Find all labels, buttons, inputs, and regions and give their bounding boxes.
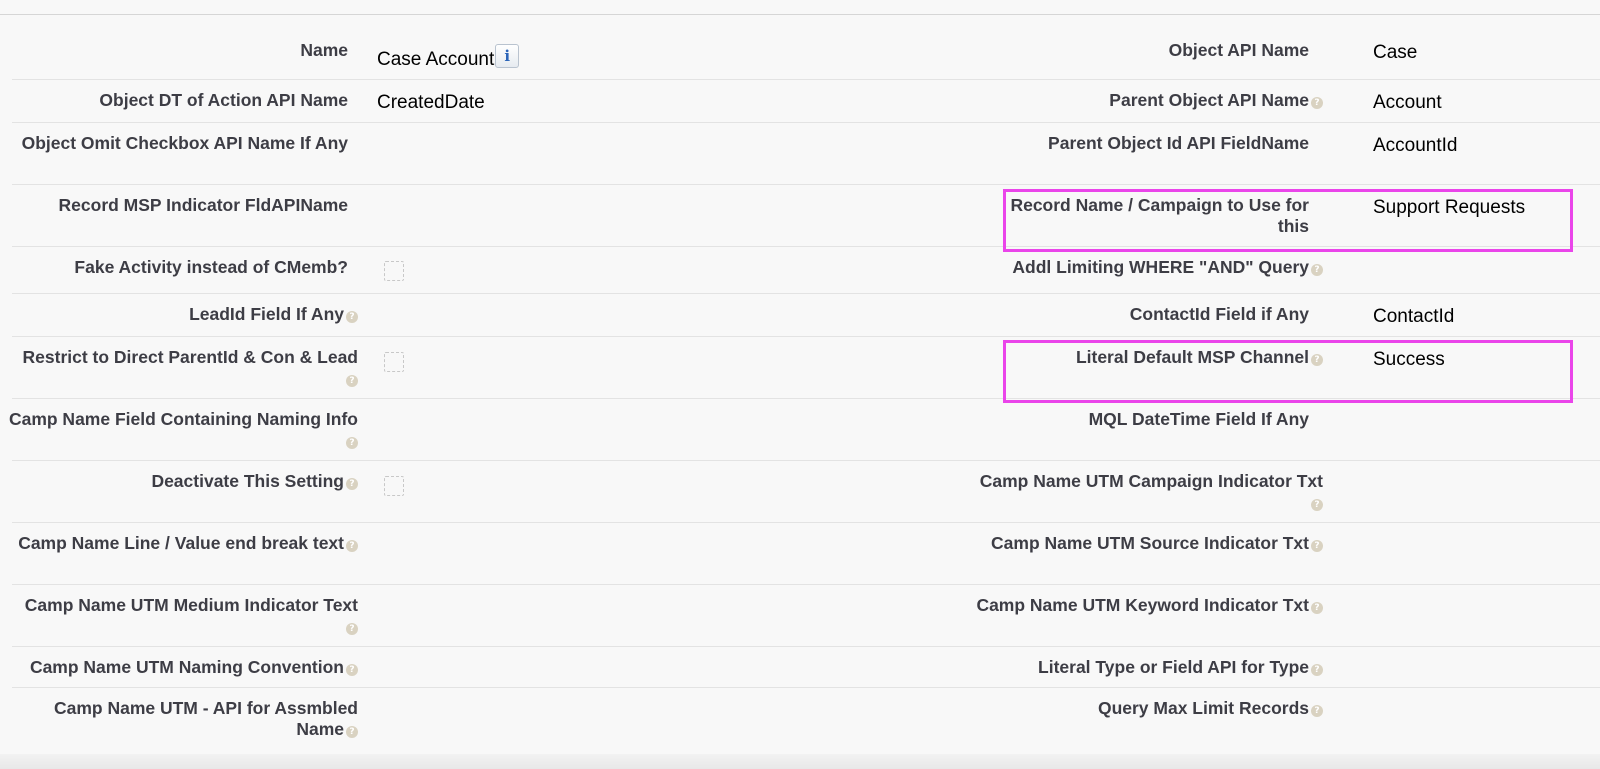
field-label-fake-activity: Fake Activity instead of CMemb?	[74, 257, 348, 277]
field-label-camp-name-field: Camp Name Field Containing Naming Info	[8, 409, 358, 429]
field-label-parent-object-id: Parent Object Id API FieldName	[1048, 133, 1309, 153]
detail-row-fake-activity: Fake Activity instead of CMemb? Addl Lim…	[12, 247, 1600, 294]
top-divider	[0, 14, 1600, 15]
detail-row-utm-api-name: Camp Name UTM - API for Assmbled Name? Q…	[12, 688, 1600, 750]
help-icon[interactable]: ?	[1311, 97, 1323, 109]
highlight-record-name-campaign	[1003, 189, 1573, 252]
field-label-restrict-parentid: Restrict to Direct ParentId & Con & Lead	[22, 347, 358, 367]
help-icon[interactable]: ?	[1311, 602, 1323, 614]
field-label-query-max-limit: Query Max Limit Records	[1097, 698, 1309, 718]
help-icon[interactable]: ?	[346, 437, 358, 449]
help-icon[interactable]: ?	[1311, 705, 1323, 717]
field-label-utm-campaign-indicator: Camp Name UTM Campaign Indicator Txt	[979, 471, 1323, 491]
detail-row-name: Name Case Account i Object API Name Case	[12, 30, 1600, 80]
detail-row-utm-naming: Camp Name UTM Naming Convention? Literal…	[12, 647, 1600, 688]
field-value-object-dt: CreatedDate	[377, 92, 485, 113]
help-icon[interactable]: ?	[1311, 664, 1323, 676]
info-icon[interactable]: i	[495, 44, 520, 68]
field-value-parent-object-id: AccountId	[1373, 135, 1458, 156]
bottom-shade	[0, 754, 1600, 769]
help-icon[interactable]: ?	[1311, 540, 1323, 552]
field-value-object-api-name: Case	[1373, 42, 1418, 63]
field-value-parent-object-api-name: Account	[1373, 92, 1442, 113]
help-icon[interactable]: ?	[346, 726, 358, 738]
detail-row-object-dt: Object DT of Action API Name CreatedDate…	[12, 80, 1600, 123]
field-label-deactivate: Deactivate This Setting	[151, 471, 344, 491]
help-icon[interactable]: ?	[346, 375, 358, 387]
field-label-utm-medium-indicator: Camp Name UTM Medium Indicator Text	[24, 595, 358, 615]
detail-row-omit-checkbox: Object Omit Checkbox API Name If Any Par…	[12, 123, 1600, 185]
field-label-utm-source-indicator: Camp Name UTM Source Indicator Txt	[991, 533, 1309, 553]
field-label-addl-limiting-where: Addl Limiting WHERE "AND" Query	[1012, 257, 1309, 277]
field-label-name: Name	[300, 40, 348, 60]
field-label-utm-keyword-indicator: Camp Name UTM Keyword Indicator Txt	[976, 595, 1309, 615]
field-label-parent-object-api-name: Parent Object API Name	[1109, 90, 1309, 110]
help-icon[interactable]: ?	[346, 311, 358, 323]
field-label-leadid: LeadId Field If Any	[189, 304, 344, 324]
field-label-line-value-break: Camp Name Line / Value end break text	[18, 533, 344, 553]
field-label-mql-datetime: MQL DateTime Field If Any	[1088, 409, 1309, 429]
detail-row-utm-medium: Camp Name UTM Medium Indicator Text? Cam…	[12, 585, 1600, 647]
field-label-literal-type: Literal Type or Field API for Type	[1038, 657, 1309, 677]
help-icon[interactable]: ?	[1311, 264, 1323, 276]
field-label-object-api-name: Object API Name	[1168, 40, 1309, 60]
field-label-utm-api-assembled-name: Camp Name UTM - API for Assmbled Name	[53, 698, 358, 739]
detail-row-deactivate: Deactivate This Setting? Camp Name UTM C…	[12, 461, 1600, 523]
field-label-contactid: ContactId Field if Any	[1129, 304, 1309, 324]
field-label-object-dt: Object DT of Action API Name	[99, 90, 348, 110]
help-icon[interactable]: ?	[1311, 499, 1323, 511]
deactivate-checkbox[interactable]	[384, 476, 404, 496]
detail-row-camp-name-field: Camp Name Field Containing Naming Info? …	[8, 399, 1600, 461]
restrict-parentid-checkbox[interactable]	[384, 352, 404, 372]
help-icon[interactable]: ?	[346, 623, 358, 635]
field-value-name: Case Account	[377, 49, 495, 70]
help-icon[interactable]: ?	[346, 540, 358, 552]
field-label-omit-checkbox: Object Omit Checkbox API Name If Any	[21, 133, 348, 153]
field-label-utm-naming-convention: Camp Name UTM Naming Convention	[29, 657, 344, 677]
help-icon[interactable]: ?	[346, 664, 358, 676]
highlight-literal-default-msp	[1003, 340, 1573, 403]
fake-activity-checkbox[interactable]	[384, 261, 404, 281]
help-icon[interactable]: ?	[346, 478, 358, 490]
detail-row-line-value-break: Camp Name Line / Value end break text? C…	[12, 523, 1600, 585]
detail-row-leadid: LeadId Field If Any? ContactId Field if …	[12, 294, 1600, 337]
field-label-record-msp-indicator: Record MSP Indicator FldAPIName	[58, 195, 348, 215]
field-value-contactid: ContactId	[1373, 306, 1455, 327]
